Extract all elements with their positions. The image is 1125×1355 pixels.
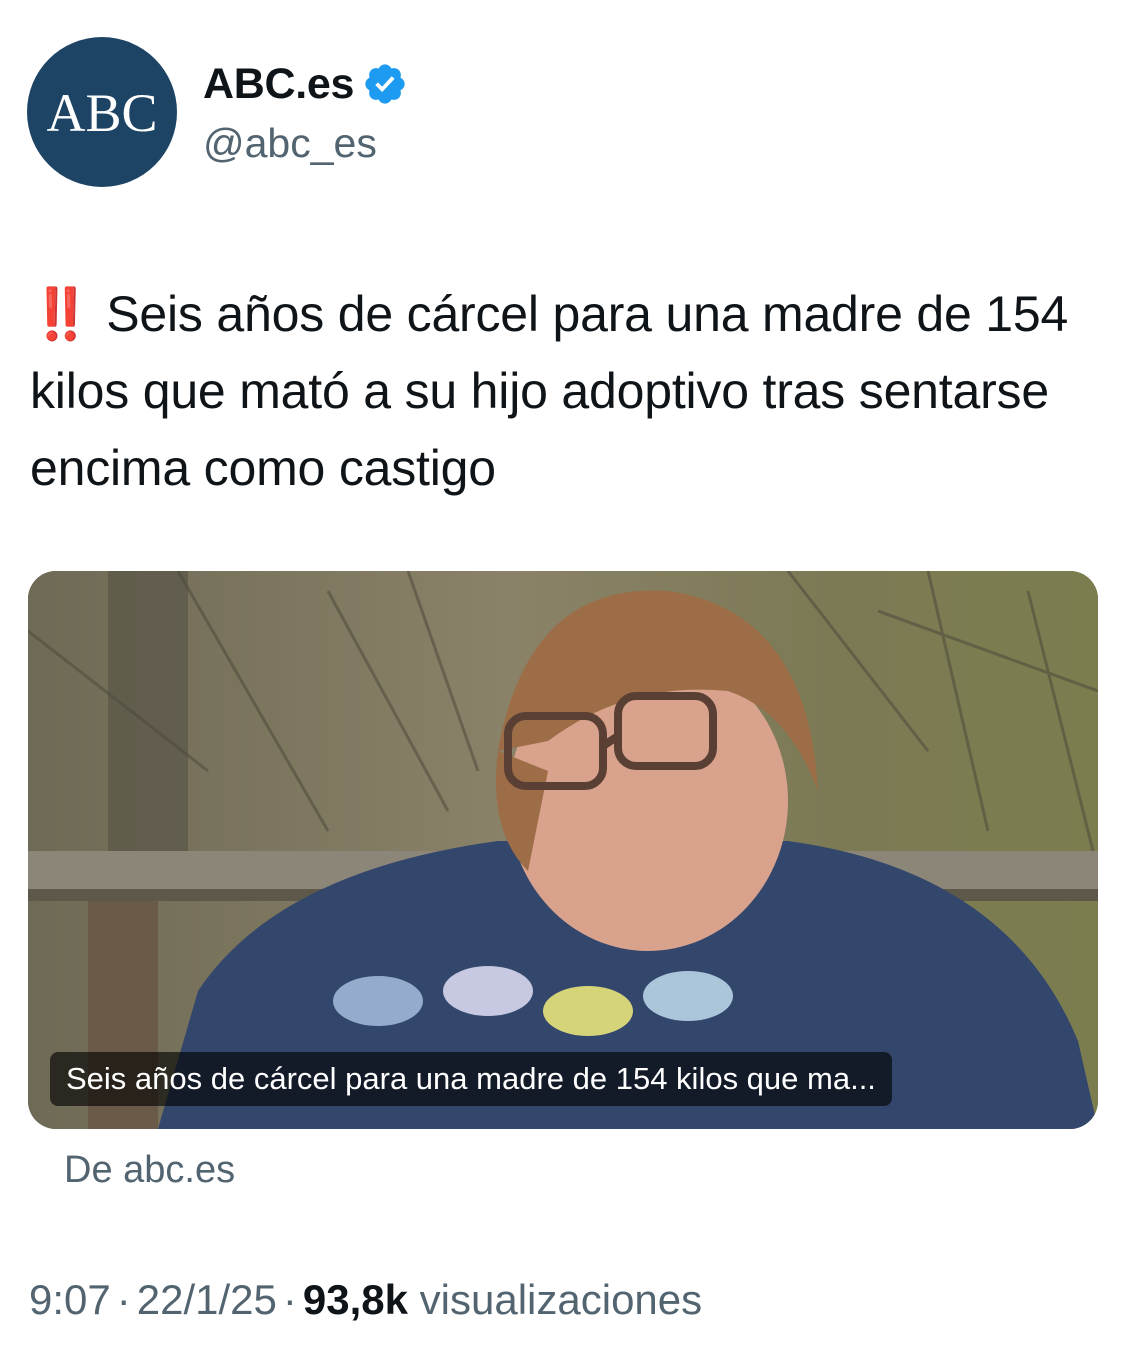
avatar-text: ABC [46,83,158,143]
views-label: visualizaciones [419,1276,703,1323]
tweet-text: ‼️ Seis años de cárcel para una madre de … [30,276,1105,507]
verified-badge-icon [365,64,405,104]
author-name-row[interactable]: ABC.es [203,58,408,110]
tweet-body: Seis años de cárcel para una madre de 15… [30,286,1069,496]
meta-separator: · [282,1276,297,1323]
tweet-date[interactable]: 22/1/25 [137,1276,277,1323]
card-caption: Seis años de cárcel para una madre de 15… [50,1052,892,1106]
tweet-meta: 9:07 · 22/1/25 · 93,8k visualizaciones [29,1276,702,1324]
card-source-link[interactable]: De abc.es [64,1149,235,1192]
tweet-time[interactable]: 9:07 [29,1276,111,1323]
double-exclamation-icon: ‼️ [30,286,92,342]
author-handle[interactable]: @abc_es [203,120,377,167]
author-avatar[interactable]: ABC [27,37,177,187]
meta-separator: · [116,1276,131,1323]
card-photo [28,571,1098,1129]
author-display-name: ABC.es [203,59,355,108]
link-card[interactable]: Seis años de cárcel para una madre de 15… [28,571,1098,1129]
views-count: 93,8k [302,1276,408,1323]
